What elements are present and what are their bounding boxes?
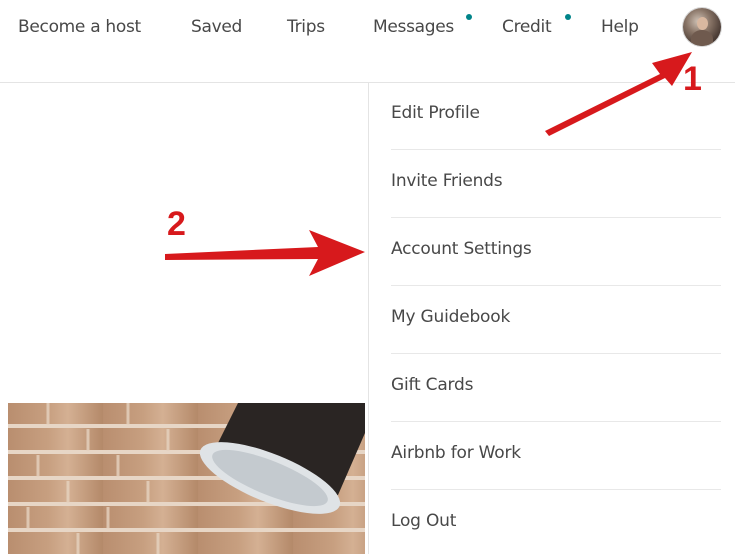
menu-item-airbnb-for-work[interactable]: Airbnb for Work xyxy=(391,423,721,490)
credit-notification-dot xyxy=(565,14,571,20)
menu-item-account-settings[interactable]: Account Settings xyxy=(391,219,721,286)
menu-divider xyxy=(391,489,721,490)
nav-credit[interactable]: Credit xyxy=(502,17,552,37)
menu-item-label: Edit Profile xyxy=(391,103,480,123)
menu-divider xyxy=(391,149,721,150)
messages-notification-dot xyxy=(466,14,472,20)
menu-divider xyxy=(391,217,721,218)
nav-trips[interactable]: Trips xyxy=(287,17,325,37)
background-photo xyxy=(8,403,365,554)
menu-item-label: Account Settings xyxy=(391,239,532,259)
menu-item-edit-profile[interactable]: Edit Profile xyxy=(391,83,721,150)
annotation-step-2: 2 xyxy=(167,205,186,243)
account-dropdown-menu: Edit Profile Invite Friends Account Sett… xyxy=(368,83,735,554)
nav-become-a-host[interactable]: Become a host xyxy=(18,17,141,37)
menu-item-label: My Guidebook xyxy=(391,307,511,327)
lamp-image xyxy=(26,403,365,554)
menu-item-label: Airbnb for Work xyxy=(391,443,521,463)
top-navigation: Become a host Saved Trips Messages Credi… xyxy=(0,0,735,58)
menu-item-log-out[interactable]: Log Out xyxy=(391,491,721,554)
page: Become a host Saved Trips Messages Credi… xyxy=(0,0,735,554)
annotation-step-1: 1 xyxy=(683,60,702,98)
avatar-face-shape xyxy=(697,17,708,30)
menu-item-label: Gift Cards xyxy=(391,375,474,395)
nav-help[interactable]: Help xyxy=(601,17,639,37)
menu-item-invite-friends[interactable]: Invite Friends xyxy=(391,151,721,218)
menu-item-label: Log Out xyxy=(391,511,457,531)
arrow-2-icon xyxy=(165,230,365,276)
menu-divider xyxy=(391,285,721,286)
menu-item-gift-cards[interactable]: Gift Cards xyxy=(391,355,721,422)
menu-divider xyxy=(391,353,721,354)
menu-divider xyxy=(391,421,721,422)
nav-messages[interactable]: Messages xyxy=(373,17,454,37)
nav-saved[interactable]: Saved xyxy=(191,17,242,37)
menu-item-label: Invite Friends xyxy=(391,171,503,191)
user-avatar[interactable] xyxy=(683,8,721,46)
menu-item-my-guidebook[interactable]: My Guidebook xyxy=(391,287,721,354)
avatar-body-shape xyxy=(691,30,713,46)
